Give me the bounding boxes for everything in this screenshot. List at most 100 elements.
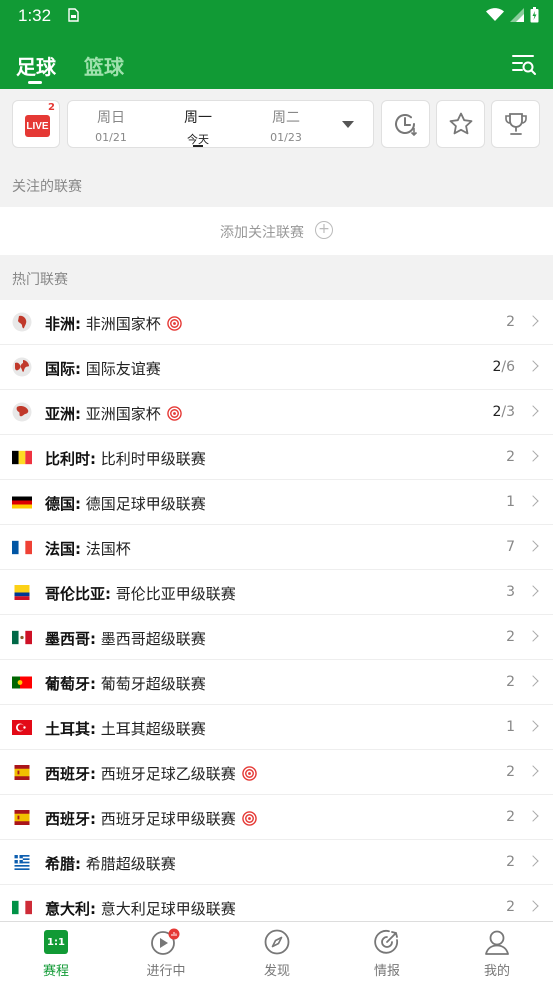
league-row[interactable]: 比利时: 比利时甲级联赛 2 [0,435,553,480]
status-time: 1:32 [18,6,52,25]
intel-icon [374,929,399,954]
time-filter-button[interactable] [381,100,430,148]
nav-schedule[interactable]: 1:1 赛程 [16,928,96,979]
league-name: 墨西哥: 墨西哥超级联赛 [45,628,206,649]
date-sunday[interactable]: 周日 01/21 [81,107,141,144]
compass-icon [264,929,290,955]
league-row[interactable]: 葡萄牙: 葡萄牙超级联赛 2 [0,660,553,705]
turkey-flag-icon [12,720,32,735]
date-tuesday[interactable]: 周二 01/23 [256,107,316,144]
league-region: 土耳其: [45,720,96,738]
schedule-icon: 1:1 [44,930,68,954]
nav-live[interactable]: 进行中 [126,928,206,979]
globe-asia-flag-icon [12,402,32,422]
league-row[interactable]: 西班牙: 西班牙足球甲级联赛 2 [0,795,553,840]
sim-icon [68,8,79,22]
nav-discover[interactable]: 发现 [237,928,317,979]
match-count: 7 [506,539,515,555]
league-region: 墨西哥: [45,630,96,648]
match-count: 1 [506,719,515,735]
league-title: 国际友谊赛 [85,360,161,378]
add-followed-league[interactable]: 添加关注联赛 + [0,207,553,255]
league-row[interactable]: 德国: 德国足球甲级联赛 1 [0,480,553,525]
star-icon [449,112,472,135]
league-title: 西班牙足球乙级联赛 [100,765,236,783]
league-name: 希腊: 希腊超级联赛 [45,853,176,874]
total-match-count: 2 [506,629,515,645]
add-circle-icon: + [315,221,333,239]
league-title: 西班牙足球甲级联赛 [100,810,236,828]
chevron-right-icon [527,450,539,462]
match-count: 1 [506,494,515,510]
chevron-right-icon [527,810,539,822]
league-row[interactable]: 墨西哥: 墨西哥超级联赛 2 [0,615,553,660]
hot-league-list: 非洲: 非洲国家杯 2 国际: 国际友谊赛 2/6 亚洲: 亚洲国家杯 2/3 比利时: 比… [0,300,553,930]
chevron-right-icon [527,720,539,732]
league-region: 意大利: [45,900,96,918]
live-count: 2 [48,102,55,113]
league-region: 德国: [45,495,81,513]
league-row[interactable]: 亚洲: 亚洲国家杯 2/3 [0,390,553,435]
league-row[interactable]: 西班牙: 西班牙足球乙级联赛 2 [0,750,553,795]
league-name: 非洲: 非洲国家杯 [45,313,182,334]
chevron-right-icon [527,585,539,597]
date-monday[interactable]: 周一 今天 [168,107,228,147]
date-dropdown-icon[interactable] [342,121,354,128]
date-selector: 周日 01/21 周一 今天 周二 01/23 [67,100,374,148]
league-title: 土耳其超级联赛 [100,720,206,738]
portugal-flag-icon [12,675,32,690]
league-row[interactable]: 土耳其: 土耳其超级联赛 1 [0,705,553,750]
league-region: 法国: [45,540,81,558]
cups-button[interactable] [491,100,540,148]
league-region: 葡萄牙: [45,675,96,693]
target-icon [242,811,257,826]
total-match-count: /3 [501,404,515,420]
league-name: 比利时: 比利时甲级联赛 [45,448,206,469]
total-match-count: /6 [501,359,515,375]
league-row[interactable]: 非洲: 非洲国家杯 2 [0,300,553,345]
tab-basketball[interactable]: 篮球 [84,51,124,80]
chevron-right-icon [527,765,539,777]
live-button[interactable]: LIVE 2 [12,100,60,148]
date-bar: LIVE 2 周日 01/21 周一 今天 周二 01/23 [0,89,553,160]
league-region: 比利时: [45,450,96,468]
nav-intel[interactable]: 情报 [347,928,427,979]
target-icon [167,406,182,421]
league-row[interactable]: 国际: 国际友谊赛 2/6 [0,345,553,390]
league-title: 葡萄牙超级联赛 [100,675,206,693]
italy-flag-icon [12,900,32,915]
league-row[interactable]: 希腊: 希腊超级联赛 2 [0,840,553,885]
league-row[interactable]: 法国: 法国杯 7 [0,525,553,570]
live-badge: LIVE [25,115,50,137]
followed-section-title: 关注的联赛 [12,179,82,195]
total-match-count: 1 [506,719,515,735]
total-match-count: 2 [506,809,515,825]
target-icon [167,316,182,331]
match-count: 2/3 [492,404,515,420]
league-name: 意大利: 意大利足球甲级联赛 [45,898,236,919]
favorites-button[interactable] [436,100,485,148]
greece-flag-icon [12,855,32,870]
chevron-right-icon [527,630,539,642]
nav-profile[interactable]: 我的 [457,928,537,979]
profile-icon [485,930,509,955]
chevron-right-icon [527,315,539,327]
match-count: 2 [506,449,515,465]
add-followed-label: 添加关注联赛 [220,225,304,241]
wifi-icon [486,8,504,21]
match-count: 2 [506,314,515,330]
tab-football[interactable]: 足球 [16,51,56,80]
mexico-flag-icon [12,630,32,645]
total-match-count: 2 [506,449,515,465]
globe-intl-flag-icon [12,357,32,377]
total-match-count: 3 [506,584,515,600]
total-match-count: 2 [506,314,515,330]
battery-icon [530,7,539,23]
league-title: 哥伦比亚甲级联赛 [115,585,236,603]
filter-search-icon[interactable] [511,52,537,76]
league-title: 比利时甲级联赛 [100,450,206,468]
league-row[interactable]: 哥伦比亚: 哥伦比亚甲级联赛 3 [0,570,553,615]
chevron-right-icon [527,495,539,507]
total-match-count: 1 [506,494,515,510]
league-title: 法国杯 [85,540,131,558]
